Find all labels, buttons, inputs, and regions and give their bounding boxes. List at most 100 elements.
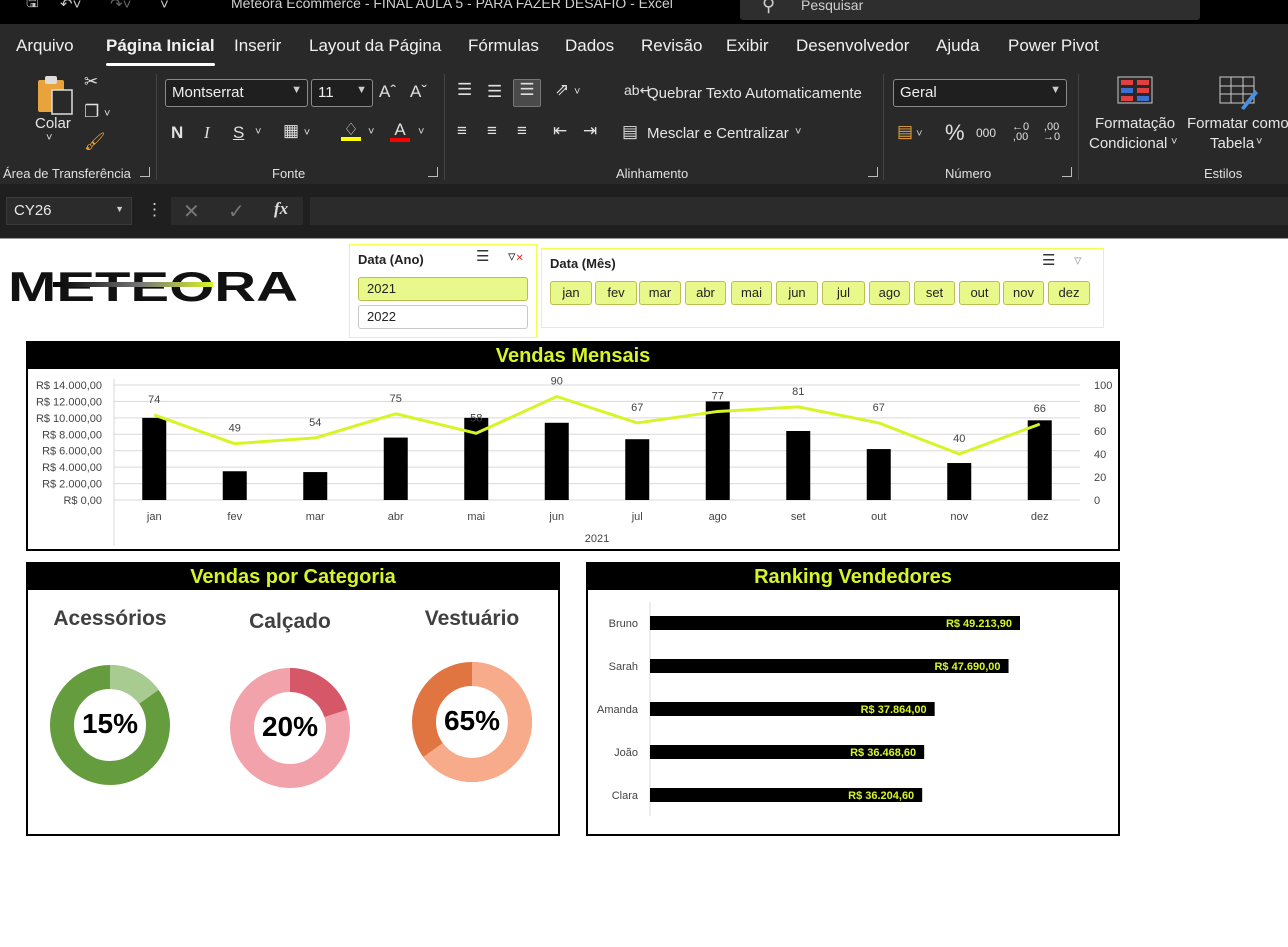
slicer-item-dez[interactable]: dez	[1048, 281, 1090, 305]
increase-indent-icon[interactable]: ⇥	[583, 121, 597, 141]
slicer-item-nov[interactable]: nov	[1003, 281, 1044, 305]
font-color-icon[interactable]: A	[390, 120, 410, 142]
increase-font-icon[interactable]: Aˆ	[379, 82, 396, 102]
clear-filter-icon[interactable]: ▿✕	[508, 247, 524, 265]
number-format-select[interactable]: Geral ▼	[893, 79, 1067, 107]
x-tick-label: jul	[631, 511, 643, 523]
decrease-font-icon[interactable]: Aˇ	[410, 82, 427, 102]
chevron-down-icon: ▼	[356, 84, 367, 96]
align-bottom-icon[interactable]: ☰	[513, 79, 541, 107]
name-box[interactable]: CY26 ▼	[6, 197, 132, 225]
increase-decimal-icon[interactable]: ←0,00	[1012, 122, 1029, 143]
align-center-icon[interactable]: ≡	[487, 121, 497, 141]
tab-inserir[interactable]: Inserir	[234, 36, 281, 56]
year-slicer[interactable]: Data (Ano) ☰ ▿✕ 2021 2022	[349, 244, 537, 338]
conditional-format-icon[interactable]	[1117, 76, 1155, 106]
cancel-icon[interactable]: ✕	[183, 199, 200, 224]
paste-icon[interactable]	[36, 74, 76, 116]
format-painter-icon[interactable]: 🖌	[84, 132, 106, 152]
slicer-item-abr[interactable]: abr	[685, 281, 726, 305]
align-top-icon[interactable]: ☰	[457, 80, 472, 100]
save-icon[interactable]: 🖫	[26, 0, 39, 12]
alignment-launcher-icon[interactable]	[868, 167, 878, 177]
format-table-dropdown-icon[interactable]: ˅	[1256, 136, 1262, 148]
worksheet[interactable]: METEORA Data (Ano) ☰ ▿✕ 2021 2022 Data (…	[0, 238, 1288, 947]
font-color-dropdown-icon[interactable]: ˅	[418, 126, 424, 138]
chevron-down-icon: ▼	[1050, 84, 1061, 96]
slicer-item-2022[interactable]: 2022	[358, 305, 528, 329]
ranking-value-label: R$ 36.468,60	[850, 747, 916, 759]
category-panel: Vendas por Categoria Acessórios 15% Calçad…	[26, 562, 560, 836]
slicer-item-set[interactable]: set	[914, 281, 955, 305]
clipboard-launcher-icon[interactable]	[140, 167, 150, 177]
decrease-indent-icon[interactable]: ⇤	[553, 121, 567, 141]
paste-dropdown-icon[interactable]: ˅	[46, 132, 52, 144]
tab-exibir[interactable]: Exibir	[726, 36, 769, 56]
fill-dropdown-icon[interactable]: ˅	[368, 126, 374, 138]
slicer-item-mai[interactable]: mai	[731, 281, 772, 305]
merge-icon[interactable]: ▤	[622, 122, 638, 142]
slicer-item-mar[interactable]: mar	[639, 281, 681, 305]
bold-button[interactable]: N	[171, 123, 183, 143]
slicer-item-ago[interactable]: ago	[869, 281, 910, 305]
tab-layout[interactable]: Layout da Página	[309, 36, 441, 56]
slicer-item-fev[interactable]: fev	[595, 281, 637, 305]
merge-dropdown-icon[interactable]: ˅	[795, 126, 801, 138]
copy-icon[interactable]: ❐ ˅	[84, 102, 110, 122]
orientation-icon[interactable]: ⇗ ˅	[555, 80, 580, 100]
slicer-item-2021[interactable]: 2021	[358, 277, 528, 301]
underline-dropdown-icon[interactable]: ˅	[255, 126, 261, 138]
currency-icon[interactable]: ▤ ˅	[897, 122, 923, 142]
tab-dados[interactable]: Dados	[565, 36, 614, 56]
tab-formulas[interactable]: Fórmulas	[468, 36, 539, 56]
more-options-icon[interactable]: ⋮	[146, 200, 163, 220]
tab-power-pivot[interactable]: Power Pivot	[1008, 36, 1099, 56]
fill-color-icon[interactable]: ♢	[341, 120, 361, 141]
slicer-item-jan[interactable]: jan	[550, 281, 592, 305]
conditional-dropdown-icon[interactable]: ˅	[1171, 136, 1177, 148]
font-launcher-icon[interactable]	[428, 167, 438, 177]
decrease-decimal-icon[interactable]: ,00 →0	[1043, 122, 1060, 143]
redo-icon[interactable]: ↷˅	[110, 0, 131, 13]
number-launcher-icon[interactable]	[1062, 167, 1072, 177]
font-name-select[interactable]: Montserrat ▼	[165, 79, 308, 107]
multi-select-icon[interactable]: ☰	[1042, 251, 1055, 269]
conditional-format-label-2[interactable]: Condicional	[1089, 135, 1167, 152]
ranking-value-label: R$ 37.864,00	[861, 704, 927, 716]
tab-arquivo[interactable]: Arquivo	[16, 36, 74, 56]
underline-button[interactable]: S	[233, 123, 244, 143]
undo-icon[interactable]: ↶˅	[60, 0, 81, 13]
paste-label[interactable]: Colar	[35, 115, 71, 132]
slicer-item-out[interactable]: out	[959, 281, 1000, 305]
thousands-button[interactable]: 000	[976, 126, 996, 140]
align-left-icon[interactable]: ≡	[457, 121, 467, 141]
slicer-item-jul[interactable]: jul	[822, 281, 865, 305]
font-size-select[interactable]: 11 ▼	[311, 79, 373, 107]
tab-pagina-inicial[interactable]: Página Inicial	[106, 36, 215, 66]
borders-icon[interactable]: ▦ ˅	[283, 121, 310, 141]
tab-desenvolvedor[interactable]: Desenvolvedor	[796, 36, 909, 56]
align-right-icon[interactable]: ≡	[517, 121, 527, 141]
tab-revisao[interactable]: Revisão	[641, 36, 702, 56]
customize-toolbar-icon[interactable]: ˅	[160, 0, 169, 13]
enter-icon[interactable]: ✓	[228, 199, 245, 224]
formula-input[interactable]	[310, 197, 1288, 225]
format-table-icon[interactable]	[1219, 76, 1259, 110]
percent-button[interactable]: %	[945, 120, 965, 146]
italic-button[interactable]: I	[204, 123, 210, 143]
multi-select-icon[interactable]: ☰	[476, 247, 489, 265]
tab-ajuda[interactable]: Ajuda	[936, 36, 979, 56]
align-middle-icon[interactable]: ☰	[487, 82, 502, 102]
line-data-label: 40	[953, 433, 965, 445]
conditional-format-label-1[interactable]: Formatação	[1095, 115, 1175, 132]
format-table-label-1[interactable]: Formatar como	[1187, 115, 1288, 132]
merge-center-button[interactable]: Mesclar e Centralizar	[647, 125, 789, 142]
insert-function-button[interactable]: fx	[274, 199, 288, 219]
slicer-item-jun[interactable]: jun	[776, 281, 818, 305]
format-table-label-2[interactable]: Tabela	[1210, 135, 1254, 152]
clear-filter-icon[interactable]: ▿	[1074, 251, 1082, 269]
search-box[interactable]: ⚲ Pesquisar	[740, 0, 1200, 20]
cut-icon[interactable]: ✂	[84, 72, 98, 92]
wrap-text-button[interactable]: Quebrar Texto Automaticamente	[647, 85, 862, 102]
month-slicer[interactable]: Data (Mês) ☰ ▿ jan fev mar abr mai jun jul ago s…	[541, 248, 1104, 328]
